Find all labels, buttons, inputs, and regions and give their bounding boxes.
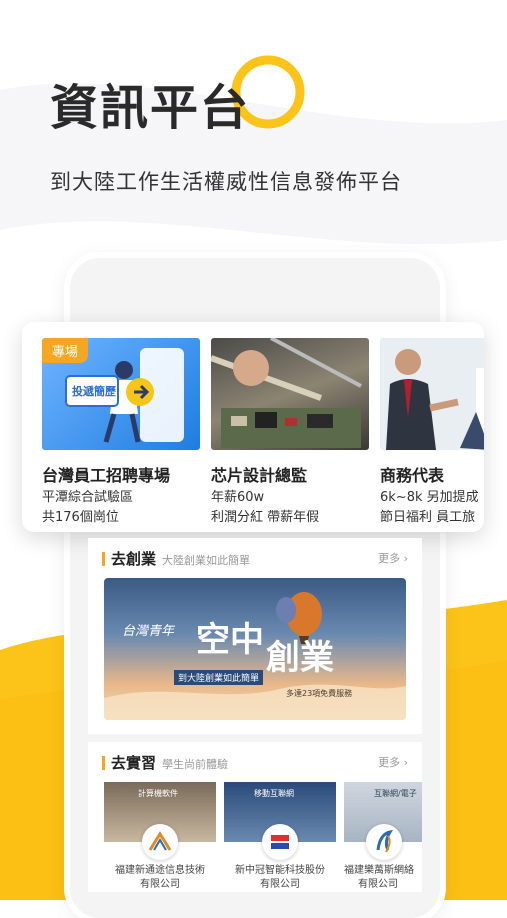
circuit-board-icon <box>211 338 362 448</box>
company-logo-icon <box>142 824 178 860</box>
banner-badge: 到大陸創業如此簡單 <box>174 670 264 685</box>
company-name: 有限公司 <box>260 879 300 890</box>
banner-foot: 多達23項免費服務 <box>286 689 353 698</box>
section-header: 去創業 大陸創業如此簡單 <box>102 548 250 569</box>
company-sign: 移動互聯網 <box>254 789 294 798</box>
section-title: 去實習 <box>111 754 157 772</box>
job-item[interactable]: 專場 投遞簡歷 台灣員工招聘專場 平潭綜合試驗區 共176個崗位 <box>42 338 202 526</box>
job-line: 年薪60w <box>211 490 265 505</box>
job-thumbnail: 專場 投遞簡歷 <box>42 338 200 450</box>
hero-title: 資訊平台 <box>50 80 251 136</box>
phone-illustration-icon <box>65 348 184 443</box>
intern-section: 去實習 學生尚前體驗 更多 › 計算機軟件 福建新通途信息技術 有限公司 移動互聯… <box>88 742 422 892</box>
company-sign: 計算機軟件 <box>138 789 178 798</box>
job-line: 平潭綜合試驗區 <box>42 490 134 505</box>
more-link[interactable]: 更多 › <box>378 754 408 770</box>
company-logo-icon <box>366 824 402 860</box>
company-name: 福建新通途信息技術 <box>115 865 205 876</box>
company-name: 有限公司 <box>140 879 180 890</box>
job-title: 芯片設計總監 <box>211 466 308 485</box>
company-name: 有限公司 <box>358 879 398 890</box>
more-link[interactable]: 更多 › <box>378 550 408 566</box>
job-line: 共176個崗位 <box>42 510 119 525</box>
thumb-text: 投遞簡歷 <box>72 385 116 398</box>
company-name: 福建樂萬斯網絡 <box>344 865 414 876</box>
job-title: 商務代表 <box>380 466 445 485</box>
startup-section: 去創業 大陸創業如此簡單 更多 › 台灣青年 空中 創業 到大陸創業如此簡單 多達… <box>88 538 422 734</box>
banner-big-text: 創業 <box>266 638 334 678</box>
company-card[interactable]: 計算機軟件 福建新通途信息技術 有限公司 <box>104 782 216 892</box>
hero-subtitle: 到大陸工作生活權威性信息發佈平台 <box>50 170 402 194</box>
startup-banner[interactable]: 台灣青年 空中 創業 到大陸創業如此簡單 多達23項免費服務 <box>104 578 406 720</box>
banner-big-text: 空中 <box>196 620 264 660</box>
section-header: 去實習 學生尚前體驗 <box>102 752 228 773</box>
section-desc: 大陸創業如此簡單 <box>162 554 251 567</box>
company-name: 新中冠智能科技股份 <box>235 865 325 876</box>
section-title: 去創業 <box>111 550 157 568</box>
accent-bar <box>102 552 105 566</box>
job-card-carousel[interactable]: 專場 投遞簡歷 台灣員工招聘專場 平潭綜合試驗區 共176個崗位 芯片設計總監 … <box>22 322 484 532</box>
company-sign: 互聯網/電子 <box>374 789 417 798</box>
job-item[interactable]: 芯片設計總監 年薪60w 利潤分紅 帶薪年假 <box>211 338 371 526</box>
job-item[interactable]: 商務代表 6k~8k 另加提成 節日福利 員工旅 <box>380 338 484 526</box>
job-line: 利潤分紅 帶薪年假 <box>211 510 320 525</box>
business-people-icon <box>386 349 484 450</box>
job-title: 台灣員工招聘專場 <box>42 466 171 485</box>
banner-small-text: 台灣青年 <box>122 624 175 639</box>
company-card[interactable]: 互聯網/電子 福建樂萬斯網絡 有限公司 <box>344 782 422 892</box>
section-desc: 學生尚前體驗 <box>162 758 229 771</box>
job-thumbnail <box>380 338 484 450</box>
company-card[interactable]: 移動互聯網 新中冠智能科技股份 有限公司 <box>224 782 336 892</box>
job-thumbnail <box>211 338 369 450</box>
job-line: 6k~8k 另加提成 <box>380 490 479 505</box>
accent-bar <box>102 756 105 770</box>
company-logo-icon <box>262 824 298 860</box>
job-line: 節日福利 員工旅 <box>380 510 476 525</box>
